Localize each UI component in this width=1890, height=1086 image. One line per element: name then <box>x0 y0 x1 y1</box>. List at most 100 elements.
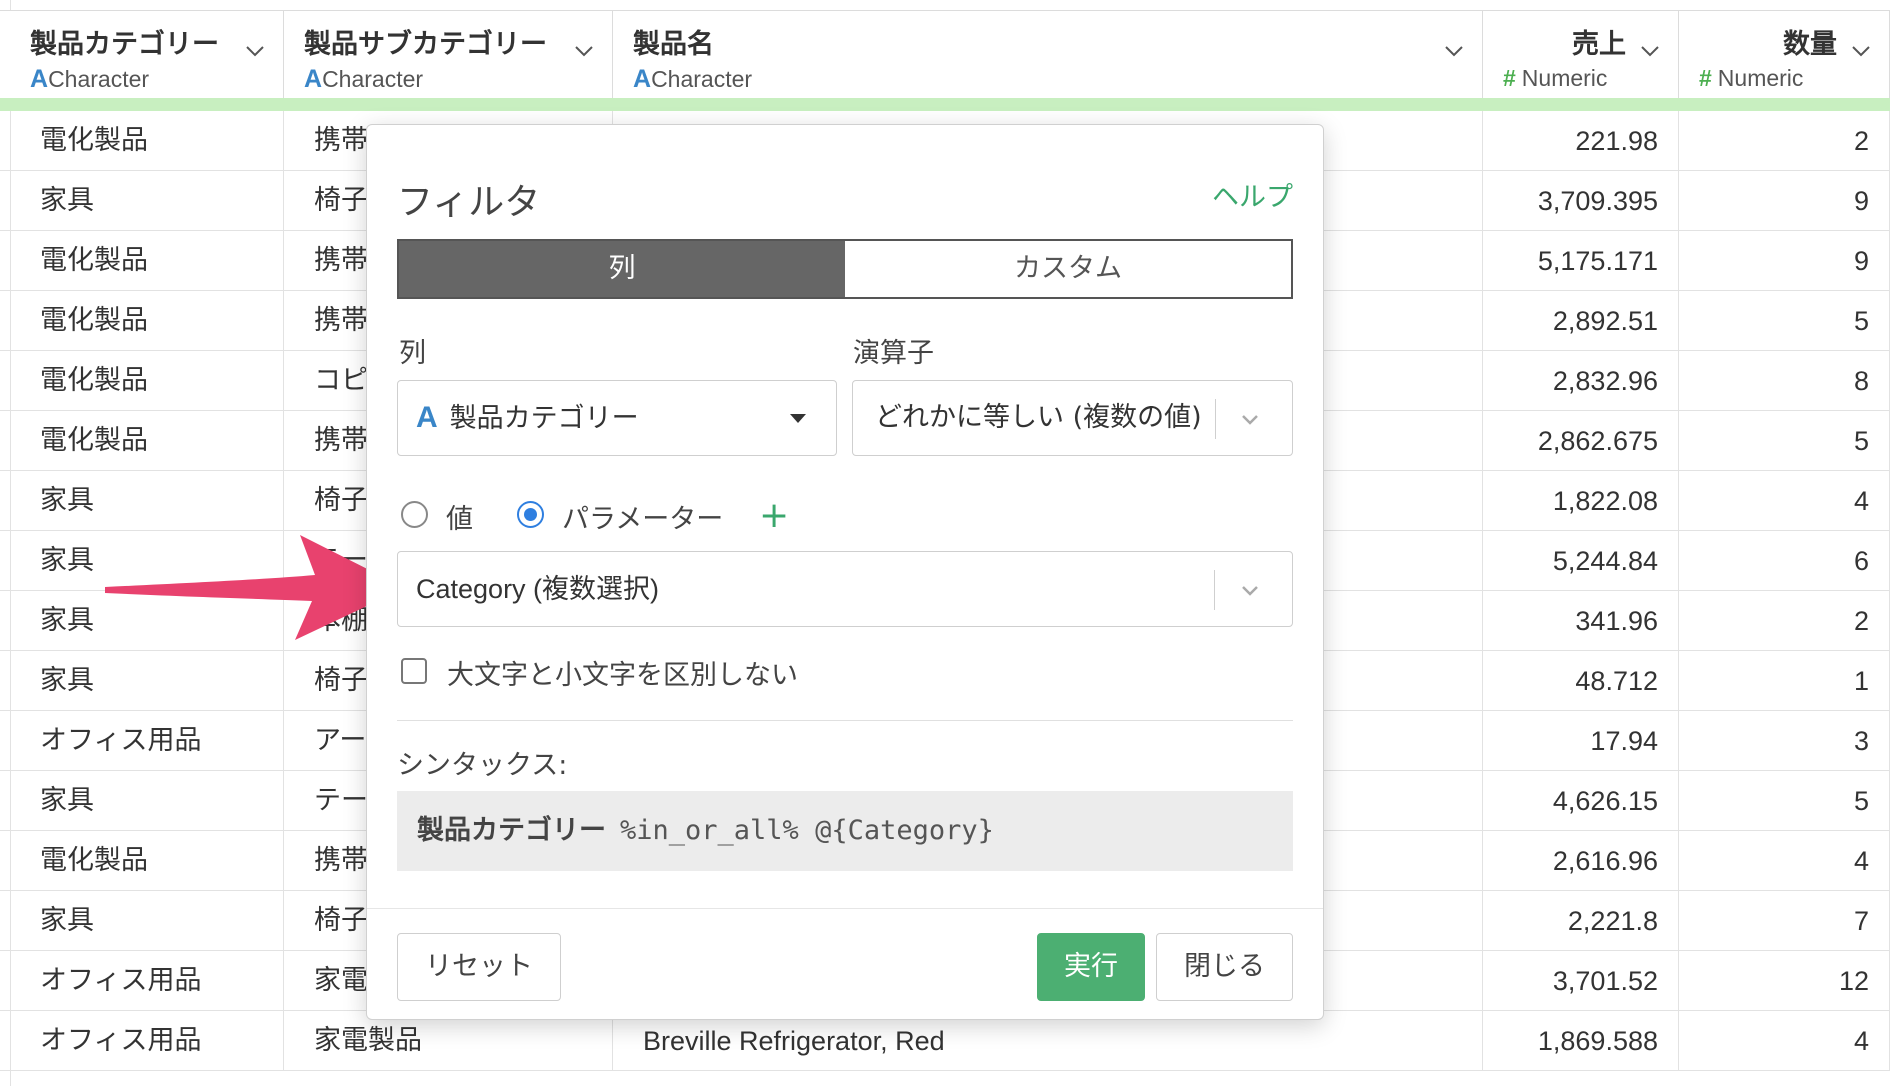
column-header-title: 製品サブカテゴリー <box>304 29 547 60</box>
column-header-title: 売上 <box>1572 29 1626 60</box>
operator-select-value: どれかに等しい (複数の値) <box>875 402 1202 433</box>
chevron-down-icon[interactable] <box>1849 39 1873 63</box>
table-header: 製品カテゴリー ACharacter 製品サブカテゴリー ACharacter … <box>0 10 1890 99</box>
column-header-product-name[interactable]: 製品名 ACharacter <box>613 11 1483 99</box>
syntax-column: 製品カテゴリー <box>417 815 606 846</box>
table-cell: 電化製品 <box>10 111 284 171</box>
filter-mode-tabs: 列 カスタム <box>397 239 1293 299</box>
syntax-label: シンタックス: <box>397 750 568 781</box>
tab-column[interactable]: 列 <box>399 241 845 297</box>
value-radio[interactable] <box>401 501 428 528</box>
syntax-expression: %in_or_all% @{Category} <box>620 815 994 846</box>
numeric-type-icon: # <box>1699 65 1712 91</box>
table-cell: 5,175.171 <box>1483 231 1679 291</box>
table-cell: 2,892.51 <box>1483 291 1679 351</box>
dialog-title: フィルタ <box>397 182 541 223</box>
table-cell: 4,626.15 <box>1483 771 1679 831</box>
table-cell: 5 <box>1679 291 1890 351</box>
case-insensitive-label: 大文字と小文字を区別しない <box>447 660 798 691</box>
table-cell: 家電製品 <box>284 1011 613 1071</box>
parameter-radio-label: パラメーター <box>562 504 724 535</box>
footer-divider <box>367 908 1323 909</box>
help-link[interactable]: ヘルプ <box>1212 175 1293 214</box>
character-type-icon: A <box>304 65 323 93</box>
column-type: ACharacter <box>633 65 1462 94</box>
table-cell: 1,869.588 <box>1483 1011 1679 1071</box>
run-button[interactable]: 実行 <box>1037 933 1145 1001</box>
column-label: 列 <box>399 338 426 369</box>
column-type: ACharacter <box>30 65 263 94</box>
table-cell: 電化製品 <box>10 231 284 291</box>
column-type-label: Numeric <box>1521 65 1608 91</box>
table-cell: 6 <box>1679 531 1890 591</box>
arrow-annotation-icon <box>105 535 405 640</box>
header-highlight-bar <box>0 98 1890 111</box>
divider <box>397 720 1293 721</box>
table-cell: 家具 <box>10 771 284 831</box>
chevron-down-icon[interactable] <box>243 39 267 63</box>
table-cell: 家具 <box>10 171 284 231</box>
chevron-down-icon[interactable] <box>1238 407 1262 431</box>
chevron-down-icon[interactable] <box>1638 39 1662 63</box>
table-cell: 341.96 <box>1483 591 1679 651</box>
numeric-type-icon: # <box>1503 65 1516 91</box>
filter-dialog: フィルタ ヘルプ 列 カスタム 列 演算子 A 製品カテゴリー どれかに等しい (… <box>366 124 1324 1020</box>
add-parameter-button[interactable]: + <box>759 498 789 534</box>
table-cell: 2,616.96 <box>1483 831 1679 891</box>
operator-label: 演算子 <box>853 338 934 369</box>
table-cell: 1 <box>1679 651 1890 711</box>
column-header-title: 数量 <box>1783 29 1837 60</box>
column-type: ACharacter <box>304 65 592 94</box>
table-cell: 5 <box>1679 771 1890 831</box>
table-cell: 電化製品 <box>10 411 284 471</box>
table-cell: 4 <box>1679 471 1890 531</box>
table-cell: オフィス用品 <box>10 711 284 771</box>
table-cell: Breville Refrigerator, Red <box>613 1011 1483 1071</box>
close-button[interactable]: 閉じる <box>1156 933 1293 1001</box>
table-cell: 9 <box>1679 231 1890 291</box>
operator-select[interactable]: どれかに等しい (複数の値) <box>852 380 1293 456</box>
column-type-label: Character <box>322 66 424 92</box>
tab-custom[interactable]: カスタム <box>845 241 1291 297</box>
table-cell: 7 <box>1679 891 1890 951</box>
table-cell: 3,701.52 <box>1483 951 1679 1011</box>
reset-button[interactable]: リセット <box>397 933 561 1001</box>
column-header-sales[interactable]: 売上 # Numeric <box>1483 11 1679 99</box>
column-header-subcategory[interactable]: 製品サブカテゴリー ACharacter <box>284 11 613 99</box>
chevron-down-icon[interactable] <box>1442 39 1466 63</box>
chevron-down-icon[interactable] <box>1238 578 1262 602</box>
table-cell: 4 <box>1679 831 1890 891</box>
table-row[interactable]: オフィス用品 家電製品 Breville Refrigerator, Red 1,86… <box>0 1011 1890 1071</box>
table-cell: 221.98 <box>1483 111 1679 171</box>
character-type-icon: A <box>30 65 49 93</box>
table-cell: 電化製品 <box>10 351 284 411</box>
table-cell: 48.712 <box>1483 651 1679 711</box>
table-cell: 2,832.96 <box>1483 351 1679 411</box>
column-type-label: Character <box>651 66 753 92</box>
case-insensitive-checkbox[interactable] <box>401 658 427 684</box>
character-type-icon: A <box>633 65 652 93</box>
character-type-icon: A <box>416 401 438 434</box>
table-cell: 電化製品 <box>10 291 284 351</box>
table-cell: 家具 <box>10 651 284 711</box>
column-select[interactable]: A 製品カテゴリー <box>397 380 837 456</box>
select-separator <box>1215 399 1216 439</box>
parameter-radio[interactable] <box>517 501 544 528</box>
table-cell: 3,709.395 <box>1483 171 1679 231</box>
caret-down-icon <box>790 414 806 423</box>
column-header-category[interactable]: 製品カテゴリー ACharacter <box>10 11 284 99</box>
table-cell: 2 <box>1679 591 1890 651</box>
value-radio-label: 値 <box>446 504 473 535</box>
column-select-value: 製品カテゴリー <box>449 403 639 434</box>
table-cell: 12 <box>1679 951 1890 1011</box>
parameter-select[interactable]: Category (複数選択) <box>397 551 1293 627</box>
table-cell: オフィス用品 <box>10 951 284 1011</box>
table-cell: 家具 <box>10 891 284 951</box>
chevron-down-icon[interactable] <box>572 39 596 63</box>
column-header-quantity[interactable]: 数量 # Numeric <box>1679 11 1890 99</box>
table-cell: 8 <box>1679 351 1890 411</box>
table-cell: 4 <box>1679 1011 1890 1071</box>
table-cell: 電化製品 <box>10 831 284 891</box>
table-cell: 17.94 <box>1483 711 1679 771</box>
table-cell: 2,862.675 <box>1483 411 1679 471</box>
